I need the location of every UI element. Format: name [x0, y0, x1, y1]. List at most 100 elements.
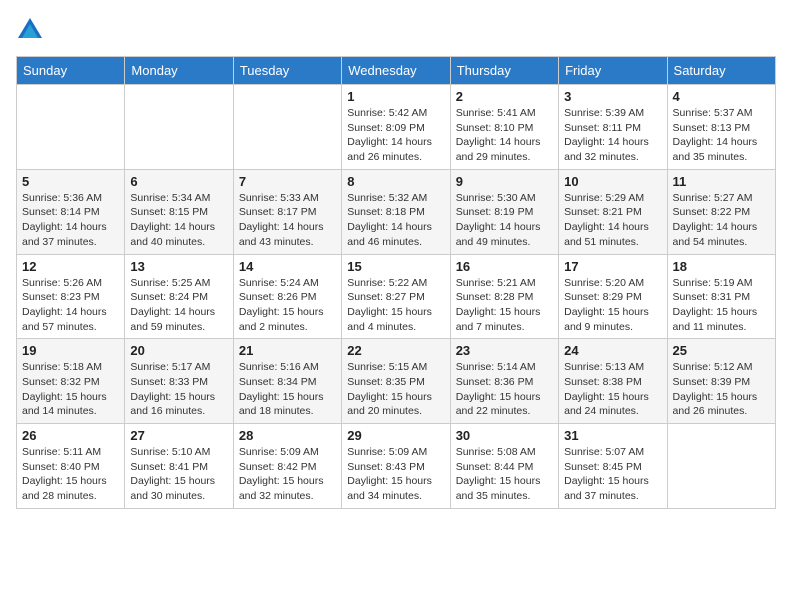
- cell-sun-info: Sunrise: 5:18 AMSunset: 8:32 PMDaylight:…: [22, 360, 119, 419]
- cell-sun-info: Sunrise: 5:20 AMSunset: 8:29 PMDaylight:…: [564, 276, 661, 335]
- cell-sun-info: Sunrise: 5:10 AMSunset: 8:41 PMDaylight:…: [130, 445, 227, 504]
- logo: [16, 16, 46, 44]
- page-header: [16, 16, 776, 44]
- calendar-header-row: SundayMondayTuesdayWednesdayThursdayFrid…: [17, 57, 776, 85]
- calendar-cell: 10 Sunrise: 5:29 AMSunset: 8:21 PMDayligh…: [559, 169, 667, 254]
- calendar-cell: 12 Sunrise: 5:26 AMSunset: 8:23 PMDayligh…: [17, 254, 125, 339]
- cell-day-number: 20: [130, 343, 227, 358]
- cell-day-number: 25: [673, 343, 770, 358]
- calendar-cell: 21 Sunrise: 5:16 AMSunset: 8:34 PMDayligh…: [233, 339, 341, 424]
- cell-day-number: 29: [347, 428, 444, 443]
- calendar-cell: [667, 424, 775, 509]
- cell-day-number: 30: [456, 428, 553, 443]
- weekday-header-sunday: Sunday: [17, 57, 125, 85]
- cell-sun-info: Sunrise: 5:36 AMSunset: 8:14 PMDaylight:…: [22, 191, 119, 250]
- calendar-cell: 7 Sunrise: 5:33 AMSunset: 8:17 PMDaylight…: [233, 169, 341, 254]
- cell-sun-info: Sunrise: 5:15 AMSunset: 8:35 PMDaylight:…: [347, 360, 444, 419]
- cell-sun-info: Sunrise: 5:22 AMSunset: 8:27 PMDaylight:…: [347, 276, 444, 335]
- cell-day-number: 6: [130, 174, 227, 189]
- cell-day-number: 24: [564, 343, 661, 358]
- cell-sun-info: Sunrise: 5:33 AMSunset: 8:17 PMDaylight:…: [239, 191, 336, 250]
- calendar-cell: 23 Sunrise: 5:14 AMSunset: 8:36 PMDayligh…: [450, 339, 558, 424]
- cell-sun-info: Sunrise: 5:09 AMSunset: 8:42 PMDaylight:…: [239, 445, 336, 504]
- cell-sun-info: Sunrise: 5:17 AMSunset: 8:33 PMDaylight:…: [130, 360, 227, 419]
- weekday-header-tuesday: Tuesday: [233, 57, 341, 85]
- cell-sun-info: Sunrise: 5:12 AMSunset: 8:39 PMDaylight:…: [673, 360, 770, 419]
- cell-sun-info: Sunrise: 5:16 AMSunset: 8:34 PMDaylight:…: [239, 360, 336, 419]
- cell-day-number: 18: [673, 259, 770, 274]
- cell-day-number: 26: [22, 428, 119, 443]
- cell-day-number: 5: [22, 174, 119, 189]
- calendar-cell: 30 Sunrise: 5:08 AMSunset: 8:44 PMDayligh…: [450, 424, 558, 509]
- cell-sun-info: Sunrise: 5:41 AMSunset: 8:10 PMDaylight:…: [456, 106, 553, 165]
- calendar-cell: 11Sunrise: 5:27 AMSunset: 8:22 PMDayligh…: [667, 169, 775, 254]
- calendar-cell: [17, 85, 125, 170]
- calendar-cell: 20 Sunrise: 5:17 AMSunset: 8:33 PMDayligh…: [125, 339, 233, 424]
- cell-day-number: 28: [239, 428, 336, 443]
- calendar-cell: 3 Sunrise: 5:39 AMSunset: 8:11 PMDaylight…: [559, 85, 667, 170]
- cell-day-number: 27: [130, 428, 227, 443]
- cell-day-number: 9: [456, 174, 553, 189]
- calendar-cell: 28 Sunrise: 5:09 AMSunset: 8:42 PMDayligh…: [233, 424, 341, 509]
- calendar-cell: 16Sunrise: 5:21 AMSunset: 8:28 PMDayligh…: [450, 254, 558, 339]
- calendar-cell: 29 Sunrise: 5:09 AMSunset: 8:43 PMDayligh…: [342, 424, 450, 509]
- cell-day-number: 8: [347, 174, 444, 189]
- calendar-cell: [125, 85, 233, 170]
- cell-sun-info: Sunrise: 5:29 AMSunset: 8:21 PMDaylight:…: [564, 191, 661, 250]
- cell-sun-info: Sunrise: 5:27 AMSunset: 8:22 PMDaylight:…: [673, 191, 770, 250]
- calendar-cell: 31Sunrise: 5:07 AMSunset: 8:45 PMDayligh…: [559, 424, 667, 509]
- cell-sun-info: Sunrise: 5:11 AMSunset: 8:40 PMDaylight:…: [22, 445, 119, 504]
- cell-day-number: 31: [564, 428, 661, 443]
- calendar-cell: 6 Sunrise: 5:34 AMSunset: 8:15 PMDaylight…: [125, 169, 233, 254]
- cell-sun-info: Sunrise: 5:25 AMSunset: 8:24 PMDaylight:…: [130, 276, 227, 335]
- calendar-week-3: 12 Sunrise: 5:26 AMSunset: 8:23 PMDayligh…: [17, 254, 776, 339]
- calendar-cell: 9 Sunrise: 5:30 AMSunset: 8:19 PMDaylight…: [450, 169, 558, 254]
- cell-sun-info: Sunrise: 5:08 AMSunset: 8:44 PMDaylight:…: [456, 445, 553, 504]
- cell-day-number: 19: [22, 343, 119, 358]
- cell-day-number: 15: [347, 259, 444, 274]
- calendar-week-1: 1Sunrise: 5:42 AMSunset: 8:09 PMDaylight…: [17, 85, 776, 170]
- calendar-week-2: 5 Sunrise: 5:36 AMSunset: 8:14 PMDaylight…: [17, 169, 776, 254]
- cell-day-number: 1: [347, 89, 444, 104]
- cell-day-number: 7: [239, 174, 336, 189]
- cell-day-number: 13: [130, 259, 227, 274]
- cell-sun-info: Sunrise: 5:14 AMSunset: 8:36 PMDaylight:…: [456, 360, 553, 419]
- cell-sun-info: Sunrise: 5:26 AMSunset: 8:23 PMDaylight:…: [22, 276, 119, 335]
- calendar-cell: 24 Sunrise: 5:13 AMSunset: 8:38 PMDayligh…: [559, 339, 667, 424]
- calendar-week-5: 26 Sunrise: 5:11 AMSunset: 8:40 PMDayligh…: [17, 424, 776, 509]
- weekday-header-friday: Friday: [559, 57, 667, 85]
- cell-day-number: 21: [239, 343, 336, 358]
- weekday-header-saturday: Saturday: [667, 57, 775, 85]
- cell-sun-info: Sunrise: 5:37 AMSunset: 8:13 PMDaylight:…: [673, 106, 770, 165]
- cell-sun-info: Sunrise: 5:09 AMSunset: 8:43 PMDaylight:…: [347, 445, 444, 504]
- weekday-header-thursday: Thursday: [450, 57, 558, 85]
- calendar-cell: 27 Sunrise: 5:10 AMSunset: 8:41 PMDayligh…: [125, 424, 233, 509]
- cell-sun-info: Sunrise: 5:24 AMSunset: 8:26 PMDaylight:…: [239, 276, 336, 335]
- cell-sun-info: Sunrise: 5:13 AMSunset: 8:38 PMDaylight:…: [564, 360, 661, 419]
- logo-icon: [16, 16, 44, 44]
- cell-day-number: 14: [239, 259, 336, 274]
- cell-day-number: 2: [456, 89, 553, 104]
- calendar-cell: [233, 85, 341, 170]
- cell-sun-info: Sunrise: 5:30 AMSunset: 8:19 PMDaylight:…: [456, 191, 553, 250]
- cell-day-number: 12: [22, 259, 119, 274]
- calendar-cell: 8 Sunrise: 5:32 AMSunset: 8:18 PMDaylight…: [342, 169, 450, 254]
- cell-day-number: 10: [564, 174, 661, 189]
- calendar-cell: 22 Sunrise: 5:15 AMSunset: 8:35 PMDayligh…: [342, 339, 450, 424]
- calendar-cell: 25 Sunrise: 5:12 AMSunset: 8:39 PMDayligh…: [667, 339, 775, 424]
- cell-sun-info: Sunrise: 5:34 AMSunset: 8:15 PMDaylight:…: [130, 191, 227, 250]
- calendar-cell: 17Sunrise: 5:20 AMSunset: 8:29 PMDayligh…: [559, 254, 667, 339]
- cell-day-number: 23: [456, 343, 553, 358]
- cell-sun-info: Sunrise: 5:19 AMSunset: 8:31 PMDaylight:…: [673, 276, 770, 335]
- cell-sun-info: Sunrise: 5:39 AMSunset: 8:11 PMDaylight:…: [564, 106, 661, 165]
- calendar-cell: 26 Sunrise: 5:11 AMSunset: 8:40 PMDayligh…: [17, 424, 125, 509]
- calendar-cell: 18 Sunrise: 5:19 AMSunset: 8:31 PMDayligh…: [667, 254, 775, 339]
- cell-sun-info: Sunrise: 5:32 AMSunset: 8:18 PMDaylight:…: [347, 191, 444, 250]
- calendar-cell: 14 Sunrise: 5:24 AMSunset: 8:26 PMDayligh…: [233, 254, 341, 339]
- cell-day-number: 22: [347, 343, 444, 358]
- calendar-cell: 15 Sunrise: 5:22 AMSunset: 8:27 PMDayligh…: [342, 254, 450, 339]
- weekday-header-monday: Monday: [125, 57, 233, 85]
- calendar-cell: 2 Sunrise: 5:41 AMSunset: 8:10 PMDaylight…: [450, 85, 558, 170]
- cell-day-number: 3: [564, 89, 661, 104]
- weekday-header-wednesday: Wednesday: [342, 57, 450, 85]
